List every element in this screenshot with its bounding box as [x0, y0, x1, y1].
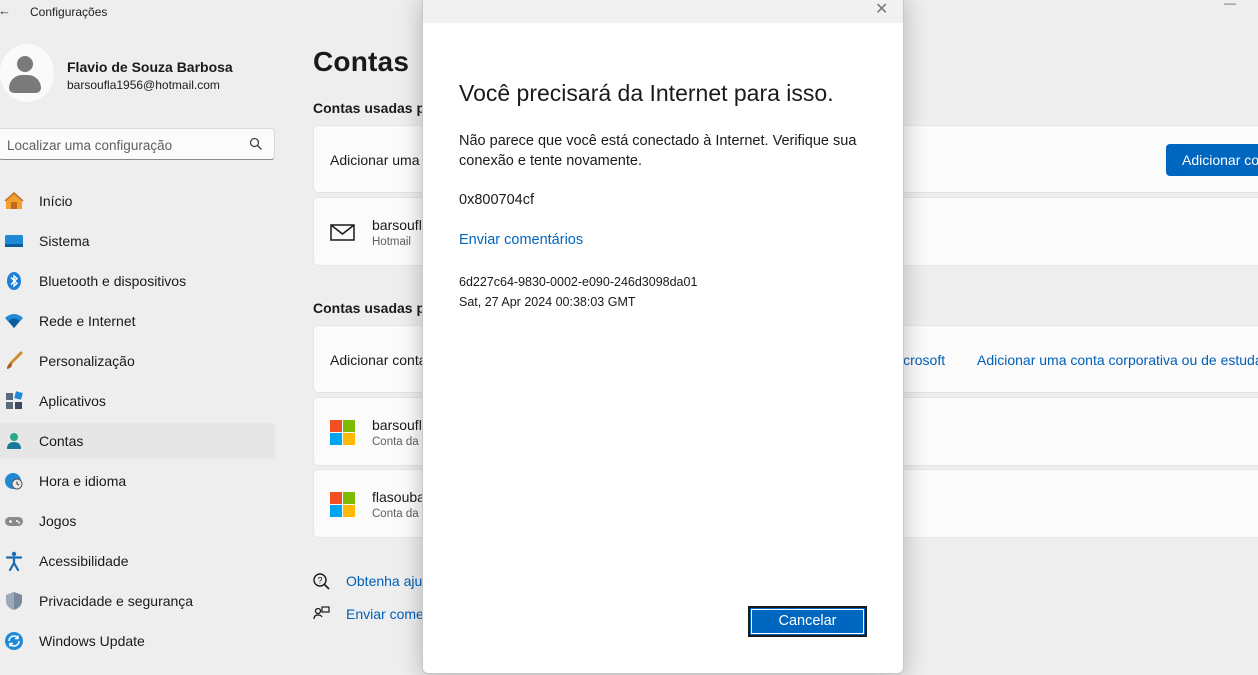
- sidebar-item-label: Windows Update: [39, 633, 145, 649]
- sidebar-item-label: Jogos: [39, 513, 77, 529]
- send-feedback-link[interactable]: Enviar come: [346, 606, 424, 622]
- get-help-link[interactable]: Obtenha aju: [346, 573, 422, 589]
- section-title-other-apps: Contas usadas po: [313, 300, 434, 316]
- send-feedback-dialog-link[interactable]: Enviar comentários: [459, 232, 583, 248]
- add-account-button[interactable]: Adicionar co: [1166, 144, 1258, 176]
- dialog-title: Você precisará da Internet para isso.: [459, 80, 834, 106]
- profile-name: Flavio de Souza Barbosa: [67, 59, 233, 75]
- add-app-account-text: Adicionar conta: [330, 352, 427, 368]
- help-icon: ?: [313, 573, 330, 590]
- sidebar-item-acessibilidade[interactable]: Acessibilidade: [0, 543, 275, 579]
- sidebar-item-jogos[interactable]: Jogos: [0, 503, 275, 539]
- sidebar-item-label: Início: [39, 193, 73, 209]
- sidebar-item-label: Aplicativos: [39, 393, 106, 409]
- add-microsoft-account-link[interactable]: icrosoft: [900, 352, 945, 368]
- account-type: Conta da: [372, 436, 419, 448]
- sidebar-item-hora[interactable]: Hora e idioma: [0, 463, 275, 499]
- minimize-icon[interactable]: —: [1224, 0, 1236, 10]
- update-icon: [5, 632, 23, 650]
- cancel-button[interactable]: Cancelar: [748, 606, 867, 637]
- clock-globe-icon: [5, 473, 23, 490]
- bluetooth-icon: [7, 272, 21, 290]
- error-timestamp: Sat, 27 Apr 2024 00:38:03 GMT: [459, 295, 636, 309]
- sidebar-item-bluetooth[interactable]: Bluetooth e dispositivos: [0, 263, 275, 299]
- add-work-account-link[interactable]: Adicionar uma conta corporativa ou de es…: [977, 352, 1258, 368]
- search-box[interactable]: [0, 128, 275, 160]
- sidebar-item-label: Rede e Internet: [39, 313, 136, 329]
- page-title: Contas: [313, 46, 410, 77]
- account-name: flasouba: [372, 489, 425, 505]
- svg-text:?: ?: [318, 576, 323, 586]
- sidebar-item-label: Bluetooth e dispositivos: [39, 273, 187, 289]
- search-icon[interactable]: [249, 137, 263, 151]
- no-internet-dialog: ✕ Você precisará da Internet para isso. …: [422, 0, 904, 674]
- sidebar-item-label: Sistema: [39, 233, 90, 249]
- gamepad-icon: [5, 517, 23, 526]
- sidebar-item-privacidade[interactable]: Privacidade e segurança: [0, 583, 275, 619]
- sidebar-item-windows-update[interactable]: Windows Update: [0, 623, 275, 659]
- sidebar-item-sistema[interactable]: Sistema: [0, 223, 275, 259]
- dialog-title-bar: [423, 0, 903, 23]
- account-name: barsoufl: [372, 417, 422, 433]
- account-type: Conta da: [372, 508, 419, 520]
- section-title-email-accounts: Contas usadas po: [313, 100, 434, 116]
- sidebar-item-label: Acessibilidade: [39, 553, 129, 569]
- avatar-body-icon: [9, 75, 41, 93]
- add-account-text: Adicionar uma: [330, 152, 420, 168]
- avatar-head-icon: [17, 56, 33, 72]
- brush-icon: [7, 351, 23, 369]
- close-icon[interactable]: ✕: [875, 0, 888, 19]
- back-arrow-icon[interactable]: ←: [0, 3, 11, 18]
- microsoft-logo-icon: [330, 420, 355, 445]
- mail-icon: [330, 224, 355, 241]
- home-icon: [4, 191, 24, 209]
- app-title: Configurações: [30, 5, 108, 19]
- microsoft-logo-icon: [330, 492, 355, 517]
- sidebar-item-inicio[interactable]: Início: [0, 183, 275, 219]
- profile-email: barsoufla1956@hotmail.com: [67, 78, 220, 92]
- system-icon: [5, 235, 23, 247]
- apps-icon: [6, 391, 23, 409]
- dialog-message: Não parece que você está conectado à Int…: [459, 133, 857, 169]
- sidebar-item-contas[interactable]: Contas: [0, 423, 275, 459]
- accessibility-icon: [5, 551, 23, 571]
- wifi-icon: [5, 314, 23, 328]
- accounts-icon: [7, 433, 21, 449]
- correlation-id: 6d227c64-9830-0002-e090-246d3098da01: [459, 275, 698, 289]
- avatar[interactable]: [0, 44, 54, 102]
- account-name: barsoufl: [372, 217, 422, 233]
- feedback-icon: [313, 606, 330, 620]
- sidebar-item-label: Privacidade e segurança: [39, 593, 194, 609]
- sidebar-item-personalizacao[interactable]: Personalização: [0, 343, 275, 379]
- search-input[interactable]: [7, 135, 237, 155]
- sidebar-item-aplicativos[interactable]: Aplicativos: [0, 383, 275, 419]
- account-type: Hotmail: [372, 236, 411, 248]
- error-code: 0x800704cf: [459, 192, 534, 208]
- shield-icon: [6, 592, 22, 610]
- sidebar-item-rede[interactable]: Rede e Internet: [0, 303, 275, 339]
- sidebar-item-label: Hora e idioma: [39, 473, 127, 489]
- sidebar-item-label: Personalização: [39, 353, 135, 369]
- sidebar-item-label: Contas: [39, 433, 84, 449]
